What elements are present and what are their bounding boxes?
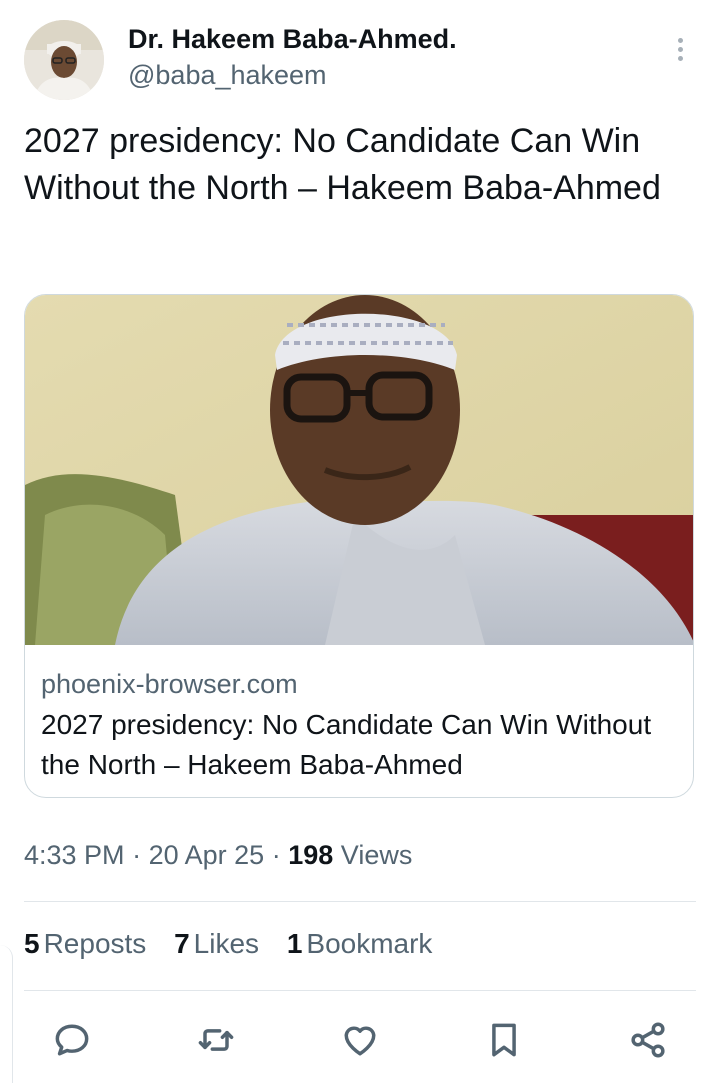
- card-domain: phoenix-browser.com: [41, 669, 298, 699]
- card-image: [25, 295, 693, 645]
- meta-separator: ·: [132, 840, 142, 870]
- bookmarks-label: Bookmark: [306, 928, 433, 959]
- meta-separator: ·: [271, 840, 281, 870]
- views-count: 198: [288, 840, 334, 870]
- bookmark-icon[interactable]: [482, 1018, 526, 1062]
- likes-label: Likes: [193, 928, 260, 959]
- reposts-count: 5: [24, 928, 40, 959]
- card-title: 2027 presidency: No Candidate Can Win Wi…: [41, 709, 652, 780]
- engagement-stats: 5 Reposts 7 Likes 1 Bookmark: [24, 928, 452, 960]
- bookmarks-stat[interactable]: 1 Bookmark: [287, 928, 433, 960]
- more-vertical-icon[interactable]: [670, 38, 690, 66]
- tweet-time[interactable]: 4:33 PM: [24, 840, 125, 870]
- views-label: Views: [340, 840, 413, 870]
- likes-count: 7: [174, 928, 190, 959]
- bookmarks-count: 1: [286, 928, 303, 959]
- tweet-meta: 4:33 PM · 20 Apr 25 · 198 Views: [24, 840, 412, 871]
- repost-icon[interactable]: [194, 1018, 238, 1062]
- tweet-date[interactable]: 20 Apr 25: [149, 840, 265, 870]
- action-bar: [0, 1012, 720, 1068]
- avatar-image: [24, 20, 104, 100]
- divider: [24, 901, 696, 902]
- reply-icon[interactable]: [50, 1018, 94, 1062]
- likes-stat[interactable]: 7 Likes: [174, 928, 259, 960]
- divider: [24, 990, 696, 991]
- author-name[interactable]: Dr. Hakeem Baba-Ahmed.: [128, 24, 457, 55]
- link-card[interactable]: phoenix-browser.com 2027 presidency: No …: [24, 294, 694, 798]
- tweet-text: 2027 presidency: No Candidate Can Win Wi…: [24, 122, 661, 207]
- author-avatar[interactable]: [24, 20, 104, 100]
- heart-icon[interactable]: [338, 1018, 382, 1062]
- reposts-label: Reposts: [43, 928, 147, 959]
- reposts-stat[interactable]: 5 Reposts: [24, 928, 146, 960]
- share-icon[interactable]: [626, 1018, 670, 1062]
- author-handle[interactable]: @baba_hakeem: [128, 60, 327, 91]
